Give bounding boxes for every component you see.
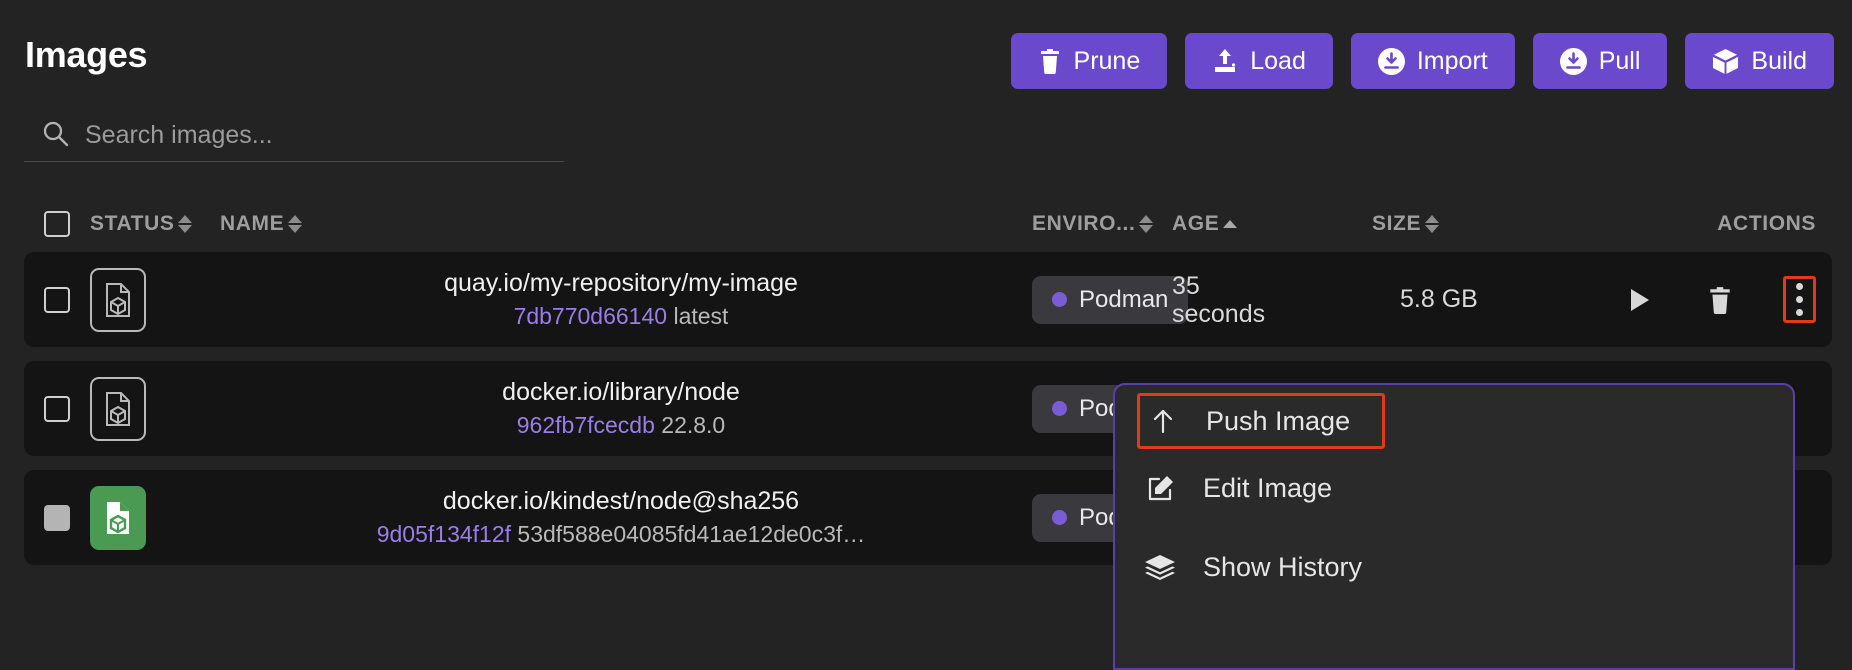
column-header-status-label: STATUS xyxy=(90,212,175,235)
search-bar[interactable] xyxy=(24,110,564,162)
environment-badge: Podman xyxy=(1032,275,1189,324)
column-header-status[interactable]: STATUS xyxy=(90,212,220,236)
page-title: Images xyxy=(25,34,148,75)
row-size-cell: 5.8 GB xyxy=(1372,285,1562,314)
column-header-age-label: AGE xyxy=(1172,212,1220,235)
trash-icon xyxy=(1038,48,1062,74)
pull-button-label: Pull xyxy=(1598,46,1641,75)
image-tag: latest xyxy=(673,303,729,329)
row-environment-cell: Podman xyxy=(1032,275,1189,324)
pull-button[interactable]: Pull xyxy=(1532,33,1668,89)
environment-dot-icon xyxy=(1052,292,1067,307)
image-subtitle: 962fb7fcecdb 22.8.0 xyxy=(517,412,725,439)
row-checkbox[interactable] xyxy=(44,395,70,422)
column-header-size-label: SIZE xyxy=(1372,212,1422,235)
sort-icon-name[interactable] xyxy=(288,215,303,233)
environment-dot-icon xyxy=(1052,401,1067,416)
environment-label: Podman xyxy=(1079,285,1169,313)
menu-item-edit-image-label: Edit Image xyxy=(1203,473,1333,503)
table-header: STATUS NAME ENVIRO... AGE SIZE ACTIONS xyxy=(24,196,1832,252)
select-all-checkbox[interactable] xyxy=(44,211,70,237)
sort-icon-size[interactable] xyxy=(1425,215,1440,233)
image-file-icon xyxy=(90,267,146,332)
image-name: docker.io/kindest/node@sha256 xyxy=(442,487,800,515)
row-select-cell xyxy=(24,286,90,313)
build-button-label: Build xyxy=(1751,46,1807,75)
image-actions-dropdown: Push Image Edit Image Show History xyxy=(1113,383,1795,670)
column-header-name[interactable]: NAME xyxy=(220,212,1032,236)
row-name-cell: docker.io/library/node 962fb7fcecdb 22.8… xyxy=(220,378,1032,439)
column-header-environment[interactable]: ENVIRO... xyxy=(1032,212,1172,236)
arrow-up-icon xyxy=(1146,407,1180,435)
image-subtitle: 9d05f134f12f 53df588e04085fd41ae12de0c3f… xyxy=(377,521,866,548)
column-header-age[interactable]: AGE xyxy=(1172,212,1372,236)
import-button-label: Import xyxy=(1416,46,1488,75)
row-checkbox[interactable] xyxy=(44,286,70,313)
row-status-cell xyxy=(90,376,220,441)
image-name: docker.io/library/node xyxy=(502,378,740,406)
toolbar: Prune Load Import Pull Build xyxy=(1010,33,1834,89)
row-actions-cell xyxy=(1562,276,1832,323)
table-row[interactable]: quay.io/my-repository/my-image 7db770d66… xyxy=(24,252,1832,347)
row-select-cell xyxy=(24,504,90,531)
menu-item-show-history[interactable]: Show History xyxy=(1115,528,1793,607)
row-name-cell: quay.io/my-repository/my-image 7db770d66… xyxy=(220,269,1032,330)
row-checkbox[interactable] xyxy=(44,504,70,531)
column-header-actions: ACTIONS xyxy=(1562,212,1832,236)
prune-button-label: Prune xyxy=(1073,46,1141,75)
upload-icon xyxy=(1212,48,1238,74)
kebab-icon[interactable] xyxy=(1783,276,1816,323)
search-input[interactable] xyxy=(85,121,564,150)
column-header-size[interactable]: SIZE xyxy=(1372,212,1562,236)
menu-item-push-image[interactable]: Push Image xyxy=(1137,393,1385,449)
load-button[interactable]: Load xyxy=(1185,33,1333,89)
column-header-name-label: NAME xyxy=(220,212,285,235)
sort-icon-environment[interactable] xyxy=(1139,215,1154,233)
prune-button[interactable]: Prune xyxy=(1010,33,1168,89)
menu-item-push-image-label: Push Image xyxy=(1206,405,1351,436)
load-button-label: Load xyxy=(1250,46,1306,75)
row-status-cell xyxy=(90,485,220,550)
kebab-dots xyxy=(1796,283,1803,316)
image-subtitle: 7db770d66140 latest xyxy=(514,303,729,330)
run-icon[interactable] xyxy=(1621,282,1657,318)
menu-item-show-history-label: Show History xyxy=(1203,552,1363,582)
image-tag: 53df588e04085fd41ae12de0c3f… xyxy=(517,521,866,547)
delete-icon[interactable] xyxy=(1703,282,1737,318)
environment-dot-icon xyxy=(1052,510,1067,525)
select-all-cell xyxy=(24,211,90,237)
sort-icon-age-ascending[interactable] xyxy=(1223,220,1238,228)
image-tag: 22.8.0 xyxy=(661,412,726,438)
image-file-icon xyxy=(90,485,146,550)
row-name-cell: docker.io/kindest/node@sha256 9d05f134f1… xyxy=(220,487,1032,548)
image-id: 962fb7fcecdb xyxy=(516,412,655,438)
images-page: Images Prune Load Import Pull Build Sear… xyxy=(0,0,1852,670)
column-header-actions-label: ACTIONS xyxy=(1717,212,1816,235)
image-name: quay.io/my-repository/my-image xyxy=(444,269,798,297)
image-file-icon xyxy=(90,376,146,441)
image-age: 35 seconds xyxy=(1172,271,1266,328)
search-icon xyxy=(42,120,69,152)
cube-icon xyxy=(1712,48,1739,75)
row-status-cell xyxy=(90,267,220,332)
menu-item-edit-image[interactable]: Edit Image xyxy=(1115,449,1793,528)
sort-icon-status[interactable] xyxy=(178,215,193,233)
column-header-environment-label: ENVIRO... xyxy=(1032,212,1136,235)
layers-icon xyxy=(1143,554,1177,582)
download-circle-icon xyxy=(1377,47,1405,75)
row-select-cell xyxy=(24,395,90,422)
image-id: 7db770d66140 xyxy=(513,303,668,329)
import-button[interactable]: Import xyxy=(1350,33,1515,89)
image-id: 9d05f134f12f xyxy=(376,521,512,547)
download-circle-icon xyxy=(1559,47,1587,75)
build-button[interactable]: Build xyxy=(1685,33,1834,89)
pencil-icon xyxy=(1143,474,1177,504)
image-size: 5.8 GB xyxy=(1400,285,1478,313)
row-age-cell: 35 seconds xyxy=(1172,272,1372,328)
